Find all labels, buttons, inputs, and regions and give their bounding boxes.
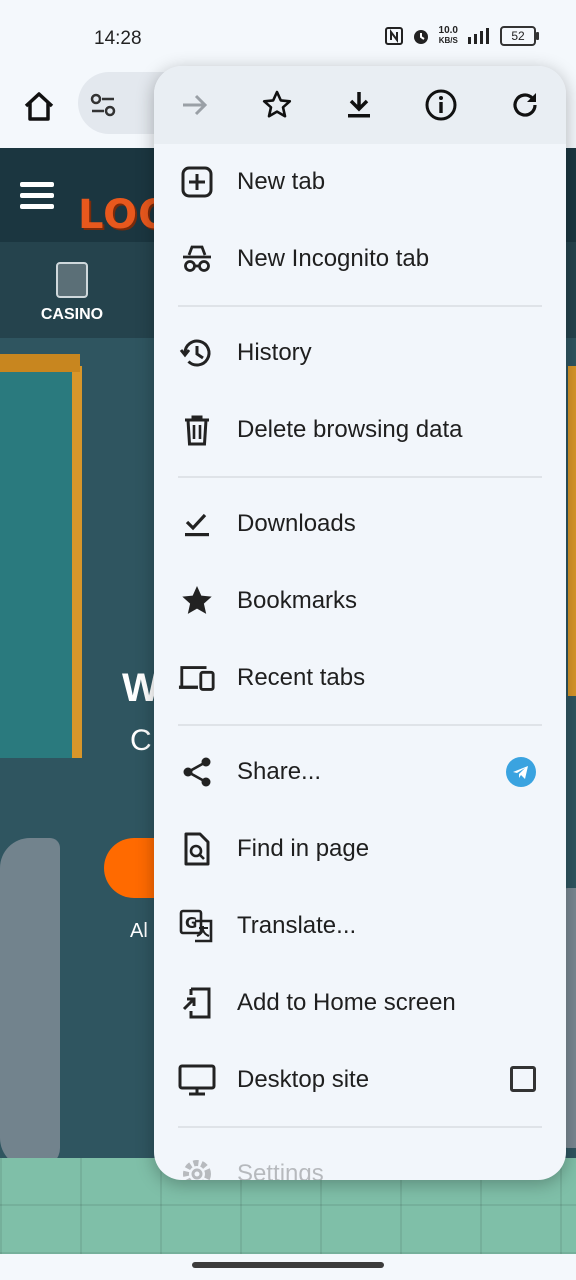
desktop-site-checkbox[interactable] — [510, 1066, 536, 1092]
home-button[interactable] — [18, 86, 60, 128]
share-icon — [178, 753, 216, 791]
menu-item-settings[interactable]: Settings — [154, 1136, 566, 1180]
new-tab-icon — [178, 163, 216, 201]
menu-action-row — [154, 66, 566, 144]
star-icon — [178, 582, 216, 620]
menu-item-label: Bookmarks — [237, 587, 358, 614]
download-icon — [348, 92, 370, 118]
menu-item-label: History — [237, 339, 312, 366]
find-in-page-icon — [178, 830, 216, 868]
menu-item-add-to-home-screen[interactable]: Add to Home screen — [154, 965, 566, 1041]
net-speed: 10.0 KB/S — [439, 26, 458, 46]
menu-item-label: Add to Home screen — [237, 989, 456, 1016]
hero-note: Al — [130, 920, 148, 942]
menu-item-downloads[interactable]: Downloads — [154, 486, 566, 562]
slot-machine-icon — [56, 262, 88, 298]
menu-divider — [178, 724, 542, 726]
site-settings-button[interactable] — [88, 90, 118, 120]
reload-icon — [513, 93, 537, 117]
menu-item-label: Downloads — [237, 510, 356, 537]
menu-item-desktop-site[interactable]: Desktop site — [154, 1042, 566, 1118]
menu-item-label: Delete browsing data — [237, 416, 463, 443]
menu-divider — [178, 1126, 542, 1128]
net-speed-value: 10.0 — [438, 25, 458, 36]
menu-item-bookmarks[interactable]: Bookmarks — [154, 563, 566, 639]
gear-icon — [178, 1155, 216, 1180]
nfc-icon — [384, 27, 403, 45]
menu-divider — [178, 476, 542, 478]
menu-item-label: Translate... — [237, 912, 357, 939]
menu-item-find-in-page[interactable]: Find in page — [154, 811, 566, 887]
translate-icon: G — [178, 907, 216, 945]
nav-casino[interactable]: CASINO — [30, 262, 114, 324]
menu-item-label: New Incognito tab — [237, 245, 430, 272]
downloads-icon — [178, 505, 216, 543]
devices-icon — [178, 659, 216, 697]
forward-icon — [183, 94, 208, 116]
desktop-icon — [178, 1061, 216, 1099]
menu-item-recent-tabs[interactable]: Recent tabs — [154, 640, 566, 716]
menu-item-label: Recent tabs — [237, 664, 366, 691]
alarm-icon — [413, 30, 428, 44]
page-info-button[interactable] — [422, 86, 460, 124]
trash-icon — [178, 411, 216, 449]
menu-item-label: Share... — [237, 758, 322, 785]
menu-item-translate[interactable]: G Translate... — [154, 888, 566, 964]
svg-text:G: G — [185, 914, 197, 932]
castle-banner — [0, 354, 82, 758]
menu-item-history[interactable]: History — [154, 315, 566, 391]
telegram-icon[interactable] — [506, 757, 536, 787]
menu-item-label: Desktop site — [237, 1066, 370, 1093]
incognito-icon — [178, 240, 216, 278]
menu-item-label: New tab — [237, 168, 326, 195]
history-icon — [178, 334, 216, 372]
knight-illustration — [0, 838, 60, 1168]
page-info-icon — [425, 89, 457, 121]
gesture-handle[interactable] — [192, 1262, 384, 1268]
menu-item-label: Find in page — [237, 835, 370, 862]
clock: 14:28 — [94, 28, 142, 49]
menu-item-delete-browsing-data[interactable]: Delete browsing data — [154, 392, 566, 468]
overflow-menu: New tab New Incognito tab History Delete… — [154, 66, 566, 1180]
hero-subtitle: C — [130, 724, 152, 757]
tune-icon — [90, 93, 116, 117]
menu-divider — [178, 305, 542, 307]
castle-banner-right — [568, 366, 576, 696]
bookmark-star-icon — [262, 90, 292, 118]
menu-item-new-tab[interactable]: New tab — [154, 144, 566, 220]
download-page-button[interactable] — [340, 86, 378, 124]
net-speed-unit: KB/S — [438, 36, 458, 45]
status-icons: 10.0 KB/S 52 — [384, 26, 539, 46]
menu-item-share[interactable]: Share... — [154, 734, 566, 810]
hamburger-menu-icon[interactable] — [20, 182, 54, 215]
reload-button[interactable] — [506, 86, 544, 124]
menu-item-new-incognito-tab[interactable]: New Incognito tab — [154, 221, 566, 297]
forward-button[interactable] — [176, 86, 214, 124]
bookmark-button[interactable] — [258, 86, 296, 124]
signal-icon — [468, 28, 489, 44]
status-bar: 14:28 10.0 KB/S 52 — [0, 0, 576, 72]
battery-icon: 52 — [500, 26, 539, 46]
home-icon — [24, 92, 54, 121]
menu-item-label: Settings — [237, 1160, 324, 1180]
add-to-home-icon — [178, 984, 216, 1022]
nav-casino-label: CASINO — [40, 306, 104, 323]
